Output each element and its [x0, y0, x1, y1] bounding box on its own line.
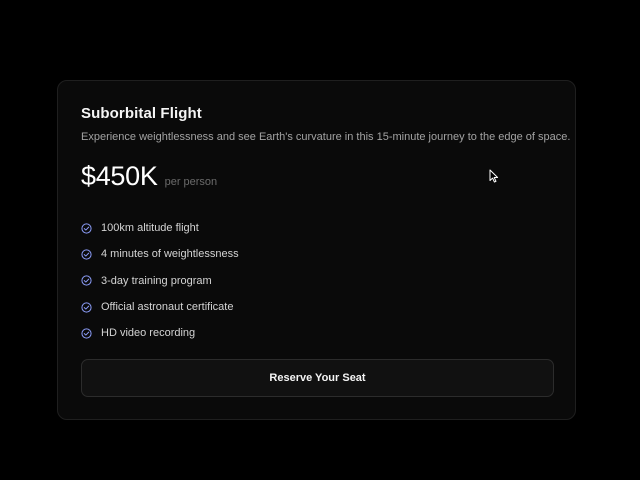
check-circle-icon: [81, 249, 92, 260]
check-circle-icon: [81, 275, 92, 286]
pricing-card: Suborbital Flight Experience weightlessn…: [57, 80, 576, 420]
feature-item: 100km altitude flight: [81, 215, 239, 241]
feature-label: 100km altitude flight: [101, 222, 199, 235]
feature-list: 100km altitude flight 4 minutes of weigh…: [81, 215, 239, 346]
plan-description: Experience weightlessness and see Earth'…: [81, 131, 571, 143]
feature-item: HD video recording: [81, 320, 239, 346]
price-amount: $450K: [81, 161, 158, 191]
check-circle-icon: [81, 301, 92, 313]
mouse-pointer-icon: [489, 169, 499, 183]
price-unit: per person: [164, 176, 218, 188]
feature-label: 3-day training program: [101, 274, 212, 287]
check-circle-icon: [81, 223, 92, 234]
feature-label: HD video recording: [101, 327, 196, 340]
feature-label: Official astronaut certificate: [101, 301, 234, 314]
feature-item: Official astronaut certificate: [81, 294, 239, 320]
feature-item: 4 minutes of weightlessness: [81, 241, 239, 267]
feature-item: 3-day training program: [81, 268, 239, 294]
reserve-seat-button[interactable]: Reserve Your Seat: [81, 359, 554, 397]
plan-title: Suborbital Flight: [81, 105, 202, 122]
price-row: $450K per person: [81, 161, 217, 192]
feature-label: 4 minutes of weightlessness: [101, 248, 239, 261]
check-circle-icon: [81, 328, 92, 339]
